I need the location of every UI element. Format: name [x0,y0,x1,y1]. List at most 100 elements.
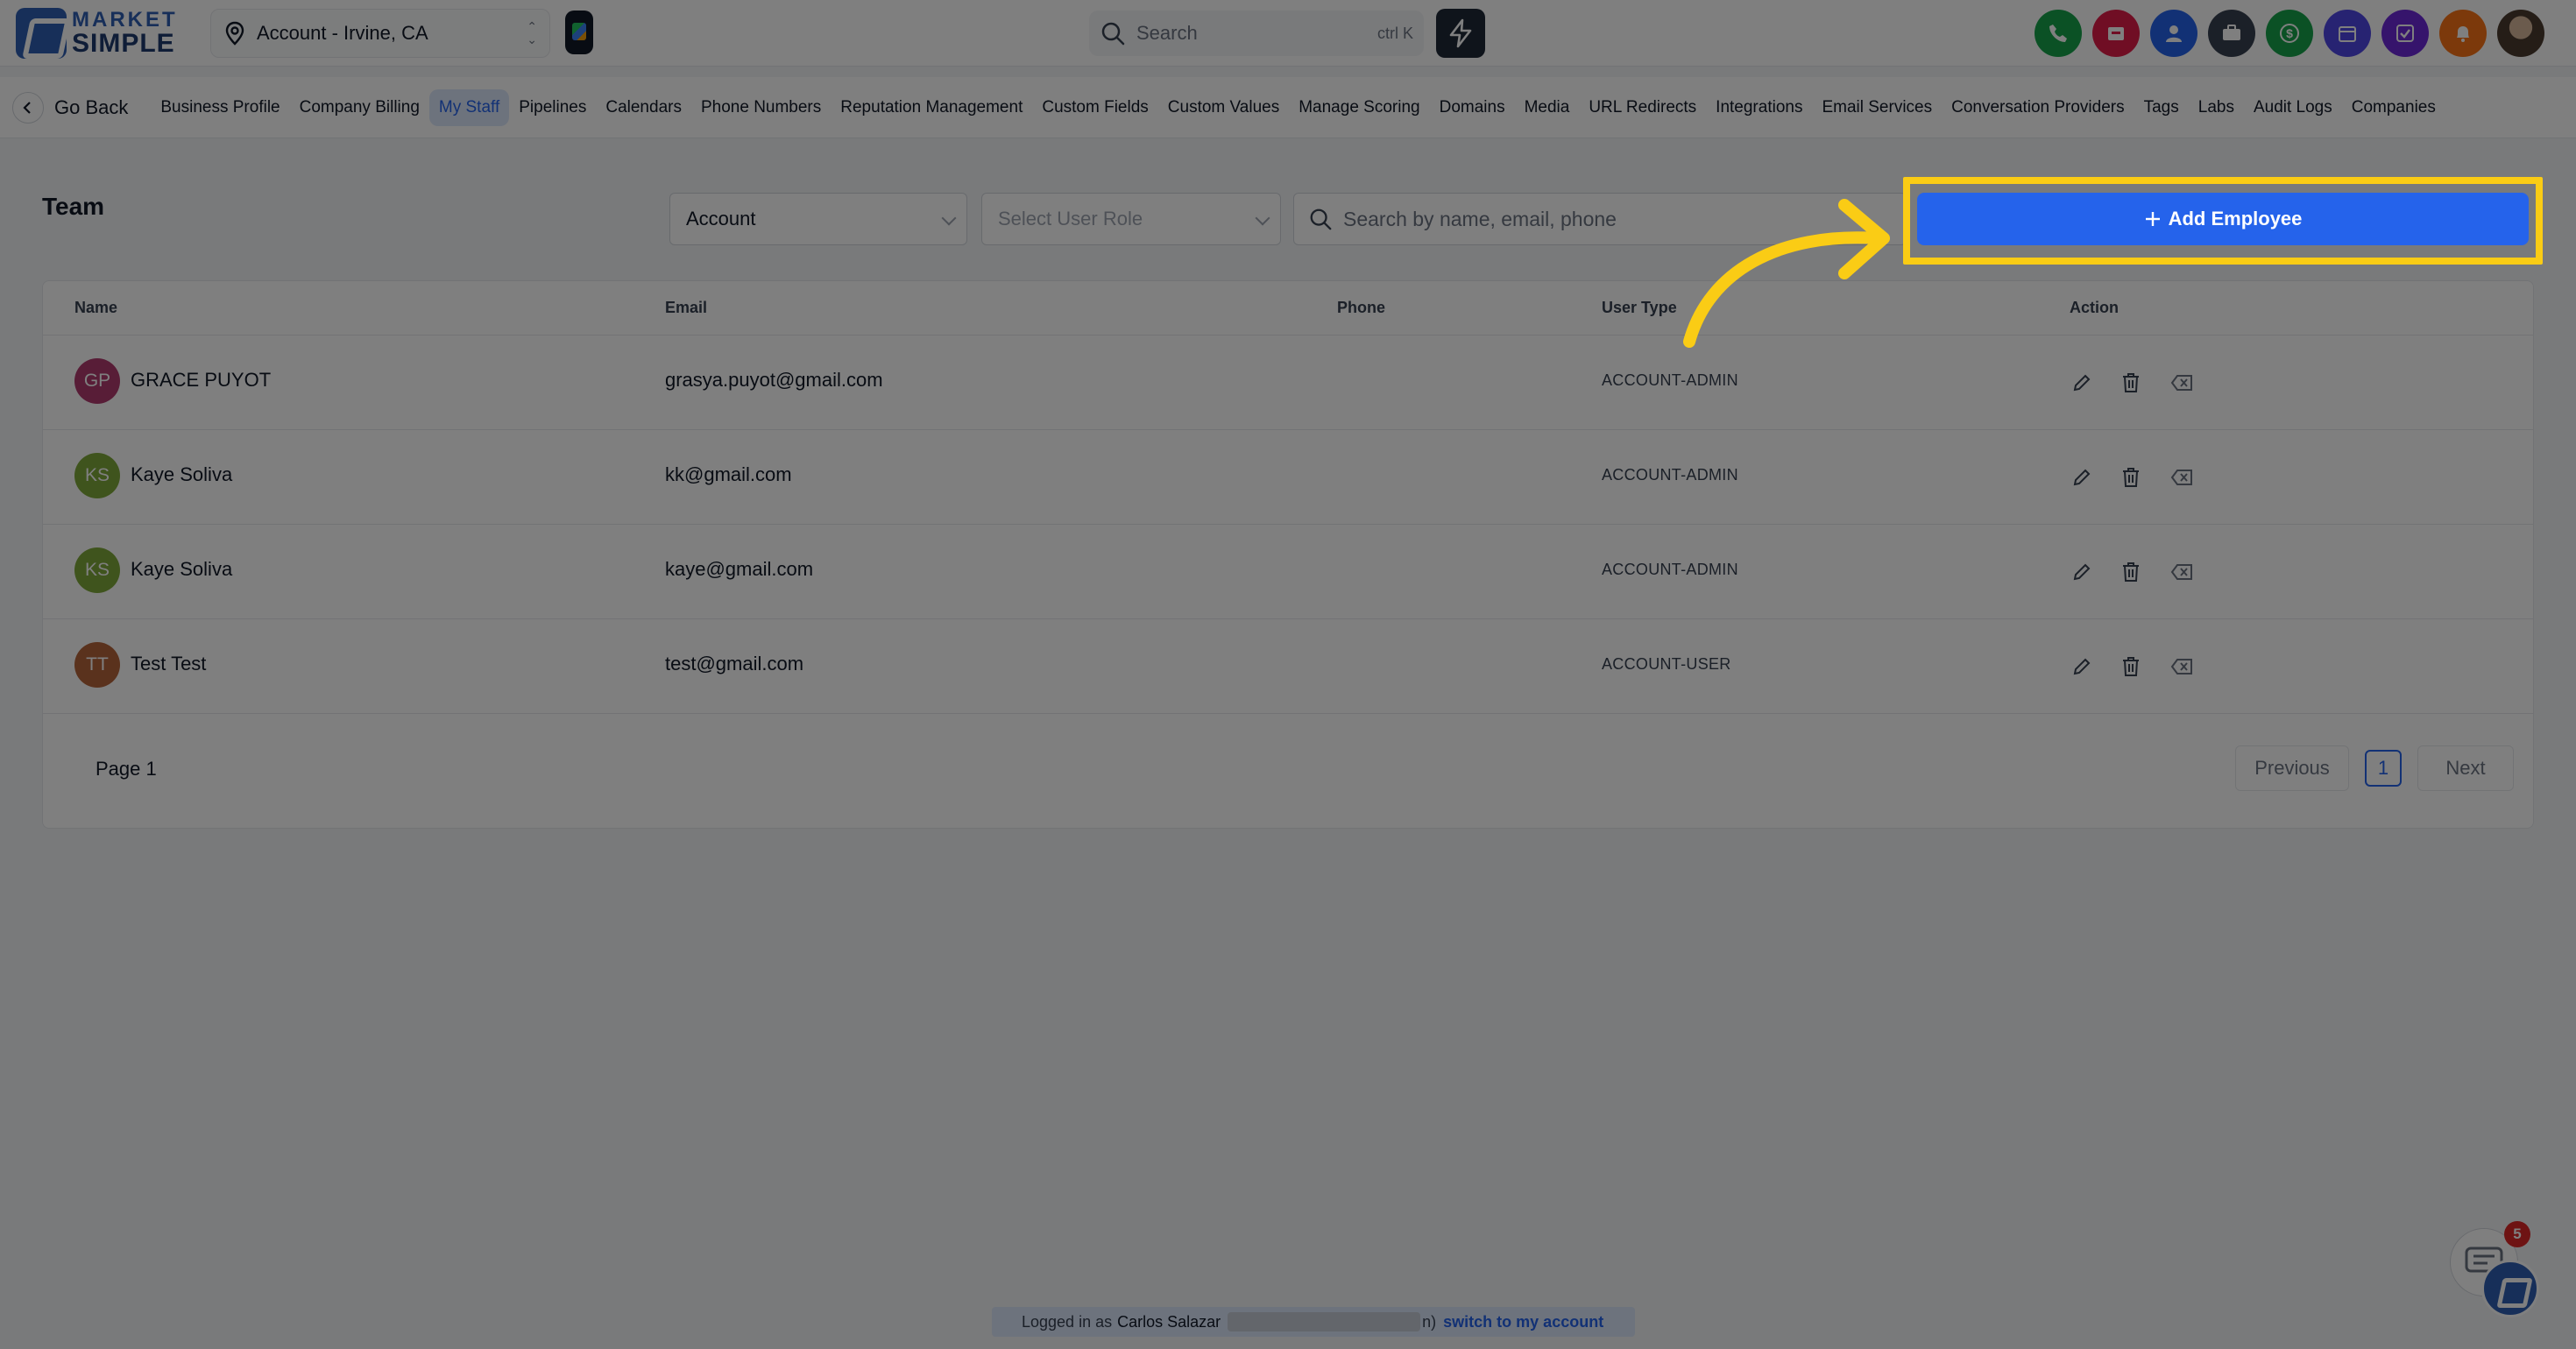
tab-custom-fields[interactable]: Custom Fields [1032,89,1157,126]
table-row: GP GRACE PUYOT grasya.puyot@gmail.com ACCOU… [43,335,2533,430]
bell-icon[interactable] [2439,10,2487,57]
brand-logo[interactable]: MARKET SIMPLE [16,5,178,61]
tab-business-profile[interactable]: Business Profile [151,89,289,126]
user-role-select[interactable]: Select User Role [981,193,1281,245]
dollar-icon[interactable]: $ [2266,10,2313,57]
tab-integrations[interactable]: Integrations [1706,89,1812,126]
chat-unread-badge: 5 [2504,1221,2530,1247]
add-employee-label: Add Employee [2168,208,2303,230]
tab-domains[interactable]: Domains [1430,89,1515,126]
page-1-button[interactable]: 1 [2365,750,2402,787]
tab-url-redirects[interactable]: URL Redirects [1579,89,1706,126]
calendar-icon[interactable] [2324,10,2371,57]
tab-phone-numbers[interactable]: Phone Numbers [691,89,831,126]
app-thumbnail-icon[interactable] [565,11,593,54]
briefcase-icon[interactable] [2208,10,2255,57]
tab-tags[interactable]: Tags [2134,89,2189,126]
plus-icon [2145,212,2160,226]
staff-email: test@gmail.com [665,653,804,674]
staff-email: kk@gmail.com [665,463,792,485]
settings-tabs: Business Profile Company Billing My Staff P… [151,88,2445,126]
pointer-arrow-icon [1683,199,1890,348]
team-table: Name Email Phone User Type Action GP GRAC… [42,280,2534,829]
deactivate-icon[interactable] [2168,653,2196,681]
quick-actions-button[interactable] [1436,9,1485,58]
staff-name: Kaye Soliva [131,558,233,580]
add-employee-button[interactable]: Add Employee [1917,193,2529,245]
edit-icon[interactable] [2068,369,2096,397]
login-banner-user: Carlos Salazar [1117,1312,1221,1331]
chat-widget[interactable]: 5 [2450,1221,2539,1317]
tab-custom-values[interactable]: Custom Values [1158,89,1289,126]
staff-user-type: ACCOUNT-USER [1602,655,1731,673]
tab-conversation-providers[interactable]: Conversation Providers [1942,89,2134,126]
deactivate-icon[interactable] [2168,463,2196,491]
inbox-icon[interactable] [2092,10,2140,57]
tab-labs[interactable]: Labs [2189,89,2244,126]
search-icon [1310,208,1332,230]
lightning-icon [1449,18,1472,48]
contacts-icon[interactable] [2150,10,2197,57]
table-row: KS Kaye Soliva kk@gmail.com ACCOUNT-ADMIN [43,430,2533,525]
login-as-banner: Logged in as Carlos Salazar n) switch to… [992,1307,1635,1337]
trash-icon[interactable] [2117,558,2145,586]
avatar: KS [74,547,120,593]
go-back-button[interactable]: Go Back [12,88,151,127]
tab-my-staff[interactable]: My Staff [428,88,510,126]
tab-email-services[interactable]: Email Services [1812,89,1942,126]
tab-companies[interactable]: Companies [2342,89,2445,126]
staff-name: Kaye Soliva [131,463,233,485]
tab-calendars[interactable]: Calendars [596,89,691,126]
column-header-user-type: User Type [1602,299,1677,316]
staff-user-type: ACCOUNT-ADMIN [1602,371,1738,389]
search-icon [1101,22,1125,46]
deactivate-icon[interactable] [2168,369,2196,397]
column-header-email: Email [665,299,708,316]
tab-audit-logs[interactable]: Audit Logs [2244,89,2342,126]
switch-account-link[interactable]: switch to my account [1443,1313,1603,1331]
tab-media[interactable]: Media [1515,89,1580,126]
account-filter-value: Account [686,208,756,230]
staff-user-type: ACCOUNT-ADMIN [1602,561,1738,578]
brand-chat-logo-icon[interactable] [2481,1260,2539,1317]
search-shortcut: ctrl K [1376,24,1413,42]
tab-manage-scoring[interactable]: Manage Scoring [1289,89,1429,126]
account-filter-select[interactable]: Account [669,193,967,245]
edit-icon[interactable] [2068,463,2096,491]
avatar: TT [74,642,120,688]
avatar: GP [74,358,120,404]
page-title: Team [42,193,105,220]
tasks-icon[interactable] [2381,10,2429,57]
user-role-placeholder: Select User Role [998,208,1143,230]
tab-reputation-management[interactable]: Reputation Management [831,89,1032,126]
go-back-label: Go Back [54,95,129,118]
table-header: Name Email Phone User Type Action [43,281,2533,335]
svg-text:$: $ [2286,26,2293,40]
column-header-phone: Phone [1337,299,1386,316]
chevron-updown-icon: ⌃ ⌄ [527,19,537,46]
staff-user-type: ACCOUNT-ADMIN [1602,466,1738,484]
edit-icon[interactable] [2068,558,2096,586]
deactivate-icon[interactable] [2168,558,2196,586]
trash-icon[interactable] [2117,369,2145,397]
avatar: KS [74,453,120,498]
account-switcher[interactable]: Account - Irvine, CA ⌃ ⌄ [210,9,550,58]
next-page-button[interactable]: Next [2417,745,2514,791]
chevron-down-icon [941,210,957,226]
settings-subnav: Go Back Business Profile Company Billing M… [0,77,2576,138]
global-search[interactable]: Search ctrl K [1089,11,1424,56]
global-search-placeholder: Search [1136,22,1198,44]
previous-page-button[interactable]: Previous [2235,745,2349,791]
staff-email: grasya.puyot@gmail.com [665,369,883,391]
edit-icon[interactable] [2068,653,2096,681]
phone-icon[interactable] [2035,10,2082,57]
logo-mark-icon [16,8,67,59]
brand-line-2: SIMPLE [72,29,175,58]
tab-pipelines[interactable]: Pipelines [509,89,596,126]
trash-icon[interactable] [2117,653,2145,681]
redacted-text [1228,1312,1421,1331]
top-bar: MARKET SIMPLE Account - Irvine, CA ⌃ ⌄ Se… [0,0,2576,67]
trash-icon[interactable] [2117,463,2145,491]
tab-company-billing[interactable]: Company Billing [290,89,429,126]
user-avatar[interactable] [2497,10,2544,57]
